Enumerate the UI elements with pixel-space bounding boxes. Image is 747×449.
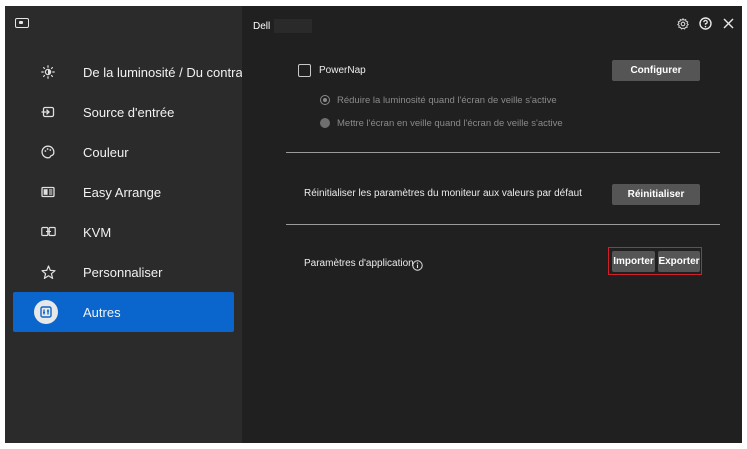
sidebar-item-label: KVM	[83, 224, 112, 240]
app-settings-label: Paramètres d'application	[304, 258, 414, 269]
import-button[interactable]: Importer	[612, 251, 655, 272]
sidebar-item-kvm[interactable]: KVM	[13, 212, 234, 252]
star-icon	[40, 264, 56, 280]
powernap-label: PowerNap	[319, 65, 366, 76]
main-panel: Dell PowerNap Configurer Réduire la lumi…	[242, 6, 742, 443]
sidebar-item-label: Couleur	[83, 144, 129, 160]
info-icon[interactable]	[412, 258, 423, 271]
help-icon[interactable]	[698, 16, 713, 31]
brand-label: Dell	[253, 21, 271, 32]
window-controls	[675, 16, 736, 31]
section-divider	[286, 224, 720, 225]
sidebar-item-others[interactable]: Autres	[13, 292, 234, 332]
sidebar-item-label: Easy Arrange	[83, 184, 162, 200]
dim-brightness-label: Réduire la luminosité quand l'écran de v…	[337, 95, 557, 106]
configure-button[interactable]: Configurer	[612, 60, 700, 81]
color-icon	[40, 144, 56, 160]
sidebar-item-label: Autres	[83, 304, 121, 320]
app-window: De la luminosité / Du contraste Source d…	[5, 6, 742, 443]
sidebar-item-brightness-contrast[interactable]: De la luminosité / Du contraste	[13, 52, 260, 92]
sidebar-nav: De la luminosité / Du contraste Source d…	[13, 52, 260, 332]
sidebar-item-personalize[interactable]: Personnaliser	[13, 252, 234, 292]
sidebar-item-input-source[interactable]: Source d'entrée	[13, 92, 234, 132]
sidebar: De la luminosité / Du contraste Source d…	[5, 6, 260, 443]
reset-button[interactable]: Réinitialiser	[612, 184, 700, 205]
close-icon[interactable]	[721, 16, 736, 31]
sidebar-item-label: Personnaliser	[83, 264, 163, 280]
kvm-icon	[40, 224, 56, 240]
monitor-icon	[15, 18, 29, 28]
gear-icon[interactable]	[675, 16, 690, 31]
powernap-checkbox[interactable]	[298, 64, 311, 77]
sidebar-item-easy-arrange[interactable]: Easy Arrange	[13, 172, 234, 212]
dim-brightness-radio[interactable]	[320, 95, 330, 105]
input-source-icon	[40, 104, 56, 120]
easy-arrange-icon	[40, 184, 56, 200]
brightness-icon	[40, 64, 56, 80]
sidebar-item-label: De la luminosité / Du contraste	[83, 64, 261, 80]
section-divider	[286, 152, 720, 153]
sleep-monitor-label: Mettre l'écran en veille quand l'écran d…	[337, 118, 563, 129]
sidebar-item-color[interactable]: Couleur	[13, 132, 234, 172]
model-name-field	[274, 19, 312, 33]
sidebar-item-label: Source d'entrée	[83, 104, 175, 120]
sleep-monitor-radio[interactable]	[320, 118, 330, 128]
title-bar: Dell	[242, 6, 742, 40]
export-button[interactable]: Exporter	[658, 251, 700, 272]
others-icon	[34, 300, 58, 324]
reset-description: Réinitialiser les paramètres du moniteur…	[304, 188, 582, 199]
